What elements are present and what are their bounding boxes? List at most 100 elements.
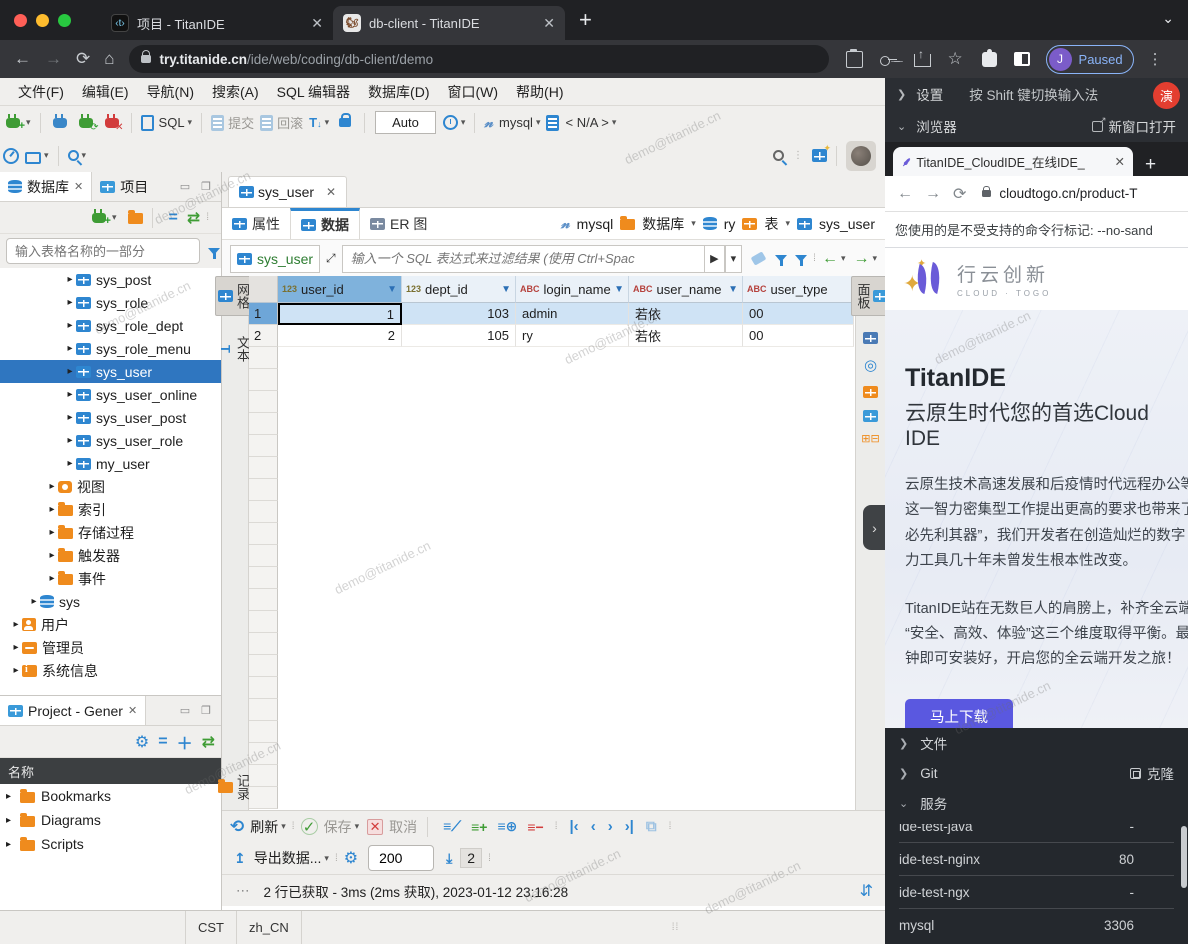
tab-search-chevron-icon[interactable]: ⌄ <box>1162 10 1174 27</box>
service-row-ide-test-ngx[interactable]: ide-test-ngx- <box>899 876 1174 909</box>
menu-item[interactable]: 搜索(A) <box>212 82 259 102</box>
project-item-Bookmarks[interactable]: ▸Bookmarks <box>0 784 221 808</box>
tree-item-索引[interactable]: ▸索引 <box>0 498 221 521</box>
git-section[interactable]: ❯ Git 克隆 <box>885 758 1188 788</box>
transaction-log-button[interactable]: T↓▾ <box>309 115 329 130</box>
settings-gear-icon[interactable]: ⚙ <box>344 848 358 868</box>
gear-icon[interactable]: ⚙ <box>135 732 149 752</box>
breadcrumb-db-label[interactable]: 数据库 <box>642 214 684 234</box>
browser-tab-project[interactable]: ‹t› 项目 - TitanIDE ✕ <box>101 6 333 40</box>
new-connection-button[interactable]: +▾ <box>89 212 117 223</box>
settings-section[interactable]: ❯ 设置 按 Shift 键切换输入法 <box>885 78 1188 110</box>
calc-panel-icon[interactable] <box>863 386 878 398</box>
new-tab-button[interactable]: + <box>579 7 592 33</box>
back-result-icon[interactable]: ← <box>822 250 838 268</box>
sql-filter-input[interactable] <box>342 245 705 273</box>
reconnect-button[interactable]: ⟳ <box>76 118 96 128</box>
tree-item-系统信息[interactable]: ▸系统信息 <box>0 659 221 682</box>
expand-arrow-icon[interactable]: ▸ <box>6 815 20 826</box>
expand-arrow-icon[interactable]: ▸ <box>64 389 76 400</box>
tab-er-diagram[interactable]: ER 图 <box>360 208 437 239</box>
close-tab-icon[interactable]: ✕ <box>311 15 323 32</box>
breadcrumb-table-label[interactable]: 表 <box>764 214 778 234</box>
embedded-url[interactable]: cloudtogo.cn/product-T <box>999 186 1137 201</box>
embedded-tab[interactable]: ⸙ TitanIDE_CloudIDE_在线IDE_ ✕ <box>893 147 1133 176</box>
side-panel-icon[interactable] <box>1014 52 1030 66</box>
zoom-window-button[interactable] <box>58 14 71 27</box>
menu-item[interactable]: 窗口(W) <box>448 82 499 102</box>
tree-item-sys_user[interactable]: ▸sys_user <box>0 360 221 383</box>
tab-data[interactable]: 数据 <box>290 208 360 239</box>
table-row[interactable]: 11103admin若依00 <box>249 303 855 325</box>
new-tab-button[interactable]: + <box>1145 154 1156 176</box>
tree-item-sys[interactable]: ▸sys <box>0 590 221 613</box>
layout-icon[interactable] <box>863 410 878 422</box>
search-icon[interactable] <box>773 150 784 161</box>
editor-tab-sys-user[interactable]: sys_user ✕ <box>228 176 347 207</box>
password-key-icon[interactable] <box>880 51 897 68</box>
minimize-window-button[interactable] <box>36 14 49 27</box>
expand-arrow-icon[interactable]: ▸ <box>64 412 76 423</box>
grid-corner[interactable] <box>249 276 278 303</box>
cell-user_type[interactable]: 00 <box>743 303 854 325</box>
browser-section[interactable]: ⌄ 浏览器 新窗口打开 <box>885 110 1188 142</box>
tree-item-触发器[interactable]: ▸触发器 <box>0 544 221 567</box>
connect-button[interactable] <box>50 118 70 128</box>
close-icon[interactable]: ✕ <box>74 180 83 193</box>
expand-arrow-icon[interactable]: ▸ <box>46 550 58 561</box>
menu-item[interactable]: SQL 编辑器 <box>277 82 350 102</box>
table-row[interactable]: 22105ry若依00 <box>249 325 855 347</box>
new-table-icon[interactable] <box>812 149 827 162</box>
duplicate-row-icon[interactable]: ≡⊕ <box>497 818 517 835</box>
reload-icon[interactable]: ⟳ <box>953 184 966 204</box>
tree-item-sys_post[interactable]: ▸sys_post <box>0 268 221 291</box>
back-icon[interactable]: ← <box>897 185 913 203</box>
search-tool-icon[interactable]: ▾ <box>68 150 87 161</box>
expand-arrow-icon[interactable]: ▸ <box>64 297 76 308</box>
column-header-login_name[interactable]: ABClogin_name▼ <box>516 276 629 303</box>
expand-arrow-icon[interactable]: ▸ <box>6 791 20 802</box>
menu-item[interactable]: 帮助(H) <box>516 82 563 102</box>
cell-user_type[interactable]: 00 <box>743 325 854 347</box>
menu-item[interactable]: 数据库(D) <box>368 82 429 102</box>
fetch-size-input[interactable] <box>368 845 434 871</box>
home-icon[interactable]: ⌂ <box>104 49 114 69</box>
cell-dept_id[interactable]: 103 <box>402 303 516 325</box>
tree-item-sys_user_online[interactable]: ▸sys_user_online <box>0 383 221 406</box>
aggregate-icon[interactable]: ⊞⊟ <box>861 432 879 445</box>
address-bar[interactable]: try.titanide.cn/ide/web/coding/db-client… <box>129 45 829 73</box>
git-clone-button[interactable]: 克隆 <box>1130 763 1174 783</box>
project-item-Diagrams[interactable]: ▸Diagrams <box>0 808 221 832</box>
fetch-page-icon[interactable]: ⧉ <box>646 818 657 835</box>
column-header-user_id[interactable]: 123user_id▼ <box>278 276 402 303</box>
tree-item-存储过程[interactable]: ▸存储过程 <box>0 521 221 544</box>
close-tab-icon[interactable]: ✕ <box>543 15 555 32</box>
cell-user_name[interactable]: 若依 <box>629 303 743 325</box>
more-icon[interactable]: ⋯ <box>236 883 250 899</box>
next-row-icon[interactable]: › <box>608 818 613 835</box>
disconnect-button[interactable]: ✕ <box>102 118 122 128</box>
forward-icon[interactable]: → <box>45 49 62 69</box>
close-icon[interactable]: ✕ <box>1115 154 1125 169</box>
commit-mode-select[interactable]: Auto <box>375 111 436 134</box>
breadcrumb-table[interactable]: sys_user <box>819 216 875 232</box>
refresh-label[interactable]: 刷新 <box>250 817 278 837</box>
browser-menu-icon[interactable]: ⋮ <box>1148 50 1163 68</box>
tree-item-管理员[interactable]: ▸管理员 <box>0 636 221 659</box>
column-header-user_type[interactable]: ABCuser_type <box>743 276 854 303</box>
save-filter-icon[interactable] <box>775 255 787 262</box>
value-viewer-icon[interactable] <box>863 332 878 344</box>
filter-funnel-icon[interactable] <box>208 248 220 255</box>
cell-user_id[interactable]: 2 <box>278 325 402 347</box>
last-row-icon[interactable]: ›| <box>625 818 634 835</box>
tree-item-my_user[interactable]: ▸my_user <box>0 452 221 475</box>
collapse-all-icon[interactable]: = <box>168 209 177 227</box>
cell-user_name[interactable]: 若依 <box>629 325 743 347</box>
demo-badge[interactable]: 演 <box>1153 82 1180 109</box>
clipboard-icon[interactable] <box>846 51 863 68</box>
cell-dept_id[interactable]: 105 <box>402 325 516 347</box>
breadcrumb-connection[interactable]: mysql <box>577 216 614 232</box>
tab-project-general[interactable]: Project - Gener ✕ <box>0 696 146 725</box>
result-table-chip[interactable]: sys_user <box>230 245 320 273</box>
tab-database[interactable]: 数据库 ✕ <box>0 172 92 201</box>
